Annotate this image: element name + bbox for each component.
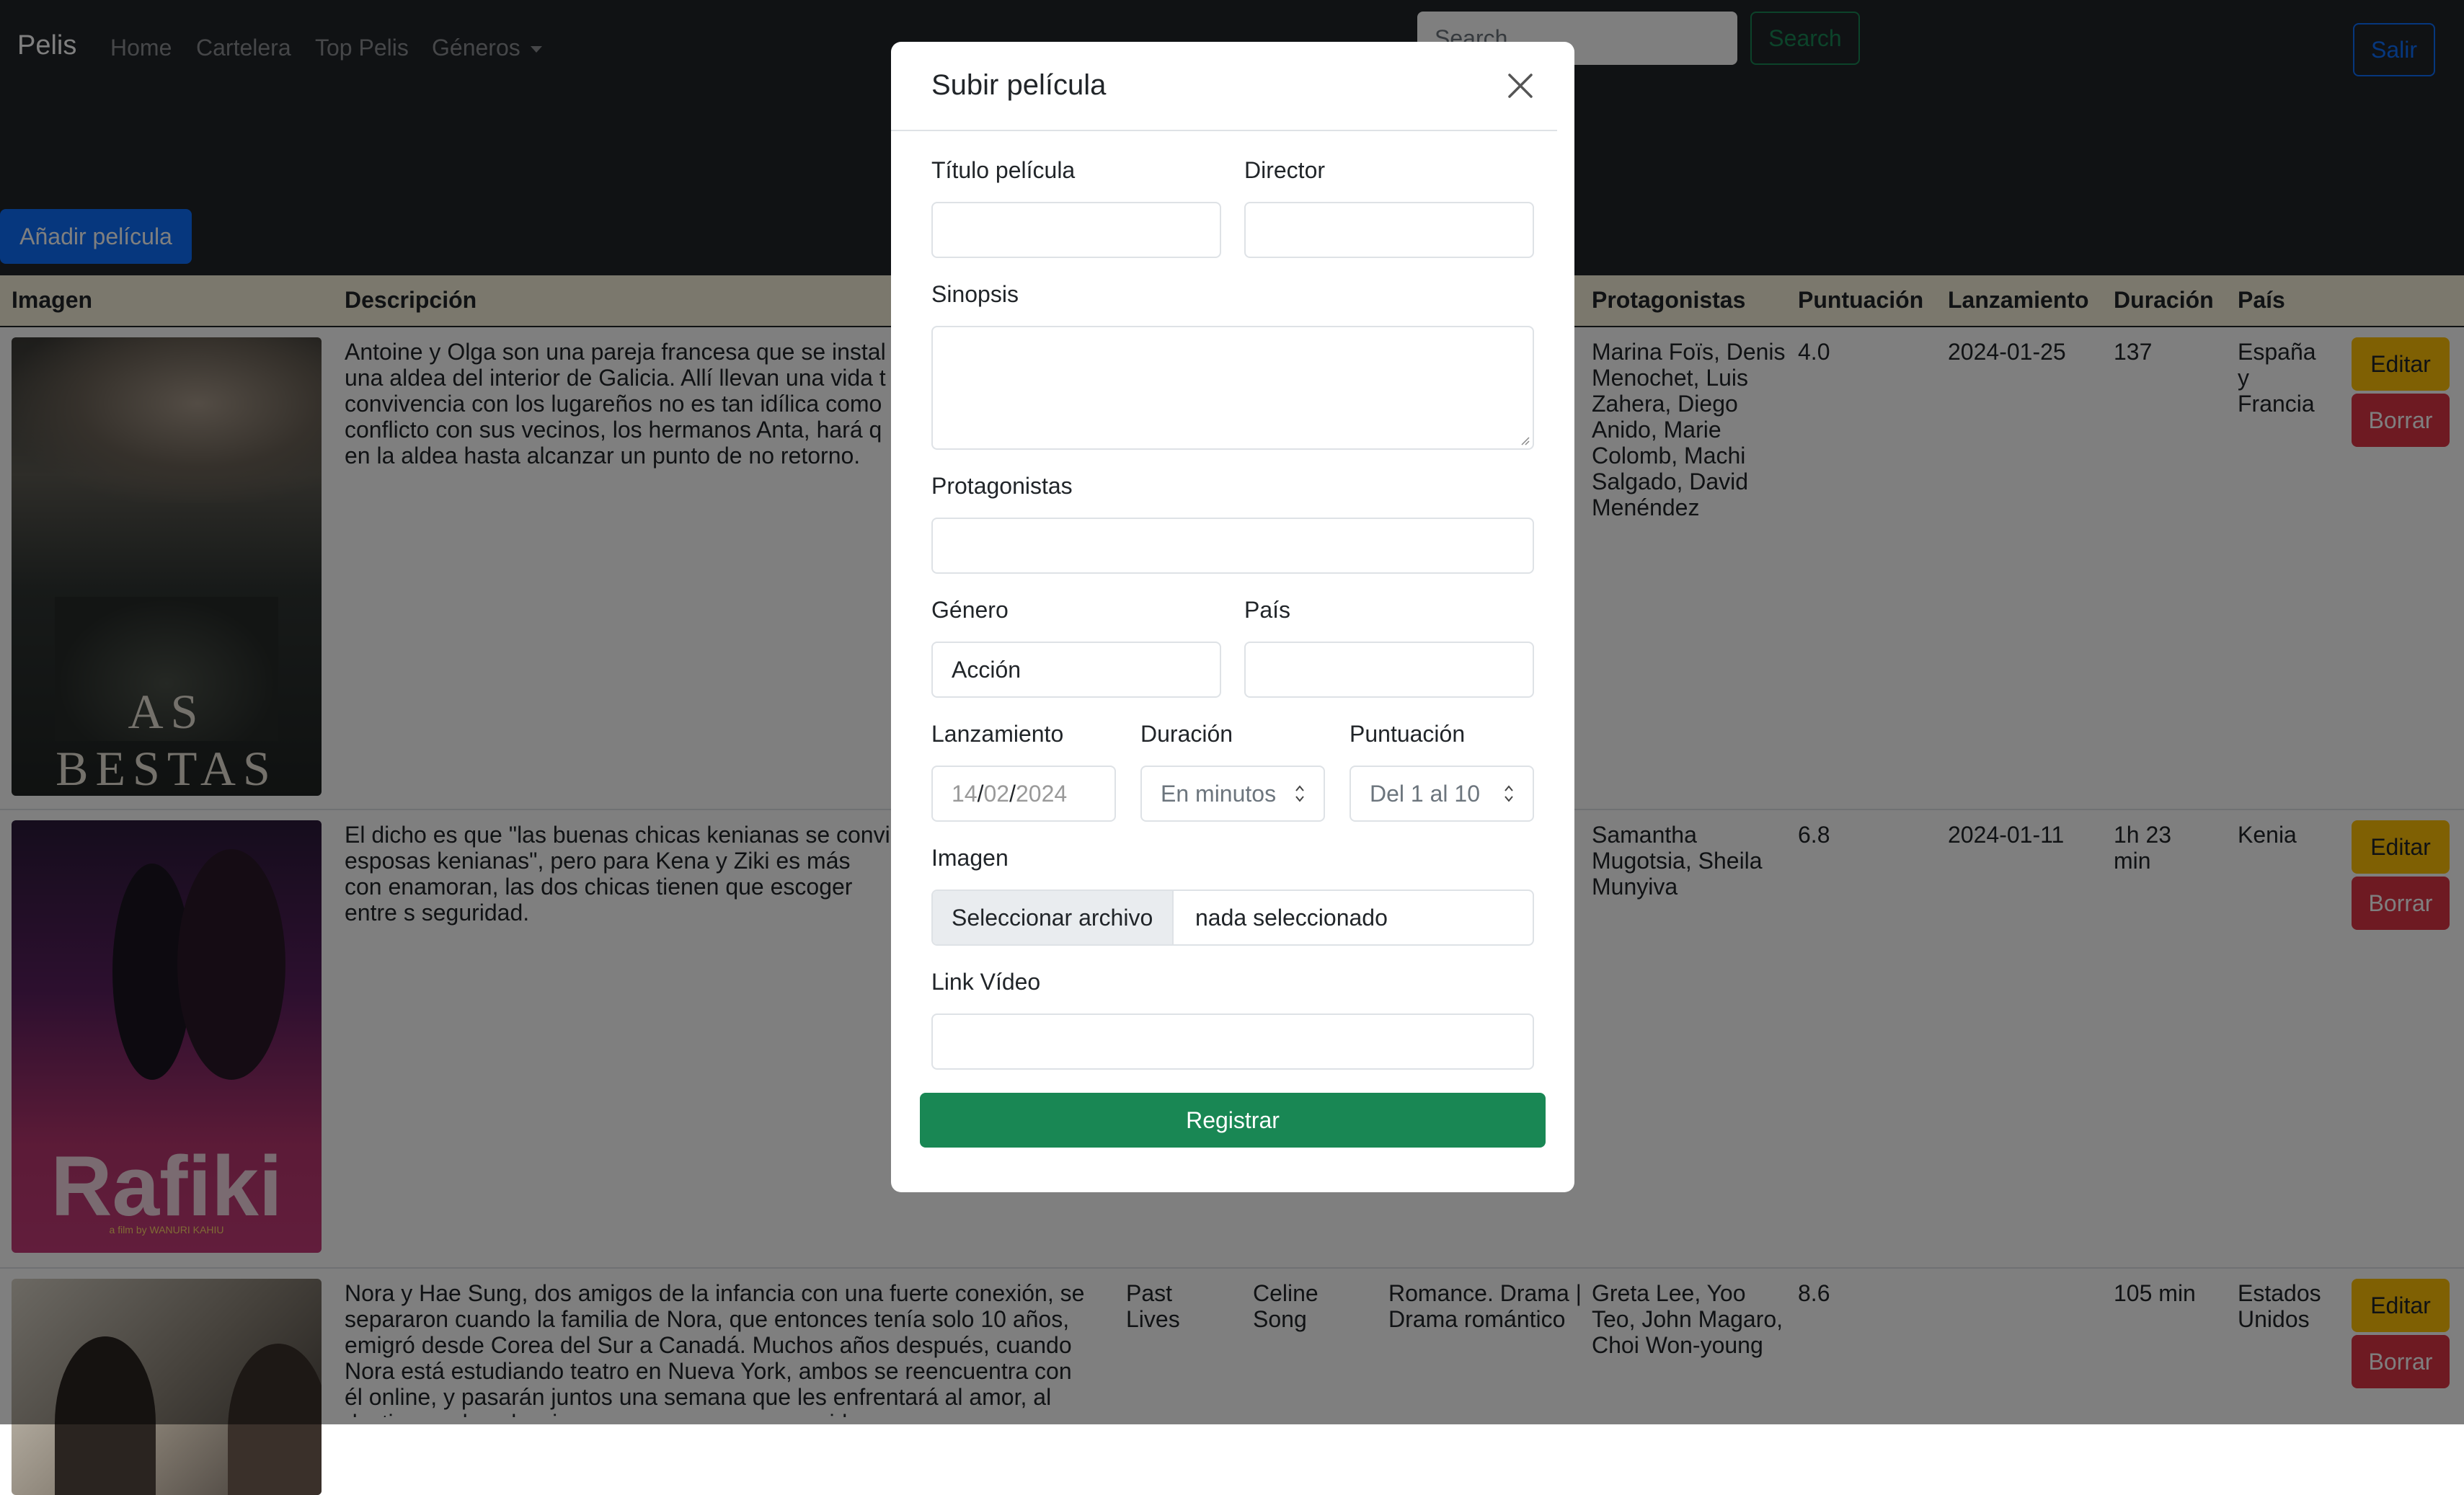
director-label: Director <box>1244 157 1326 183</box>
duration-field[interactable]: En minutos <box>1140 766 1325 822</box>
score-label: Puntuación <box>1350 721 1466 747</box>
score-placeholder: Del 1 al 10 <box>1370 781 1480 807</box>
video-link-field[interactable] <box>931 1013 1534 1070</box>
date-month: 02 <box>983 781 1010 807</box>
release-label: Lanzamiento <box>931 721 1064 747</box>
director-field[interactable] <box>1244 202 1534 258</box>
genre-value: Acción <box>952 657 1022 683</box>
score-field[interactable]: Del 1 al 10 <box>1350 766 1534 822</box>
genre-field[interactable]: Acción <box>931 642 1221 698</box>
cast-label: Protagonistas <box>931 473 1073 499</box>
spinner-arrows-icon[interactable] <box>1504 783 1514 804</box>
date-year: 2024 <box>1015 781 1068 807</box>
register-button[interactable]: Registrar <box>920 1093 1546 1148</box>
synopsis-label: Sinopsis <box>931 281 1019 307</box>
image-label: Imagen <box>931 845 1009 871</box>
close-icon[interactable] <box>1505 71 1535 101</box>
country-label: País <box>1244 597 1291 623</box>
modal-divider <box>891 130 1557 131</box>
genre-label: Género <box>931 597 1009 623</box>
file-status: nada seleccionado <box>1195 905 1388 931</box>
image-file-input[interactable]: Seleccionar archivo nada seleccionado <box>931 890 1534 946</box>
release-date-field[interactable]: 14/02/2024 <box>931 766 1116 822</box>
title-label: Título película <box>931 157 1076 183</box>
spinner-arrows-icon[interactable] <box>1295 783 1305 804</box>
upload-movie-modal: Subir película Título película Director … <box>891 42 1574 1192</box>
country-field[interactable] <box>1244 642 1534 698</box>
date-day: 14 <box>952 781 978 807</box>
title-field[interactable] <box>931 202 1221 258</box>
choose-file-button[interactable]: Seleccionar archivo <box>933 891 1174 944</box>
modal-title: Subir película <box>931 69 1107 101</box>
cast-field[interactable] <box>931 518 1534 574</box>
resize-handle-icon[interactable] <box>1518 434 1530 445</box>
synopsis-textarea[interactable] <box>931 326 1534 450</box>
video-link-label: Link Vídeo <box>931 969 1041 995</box>
duration-label: Duración <box>1140 721 1233 747</box>
duration-placeholder: En minutos <box>1161 781 1277 807</box>
